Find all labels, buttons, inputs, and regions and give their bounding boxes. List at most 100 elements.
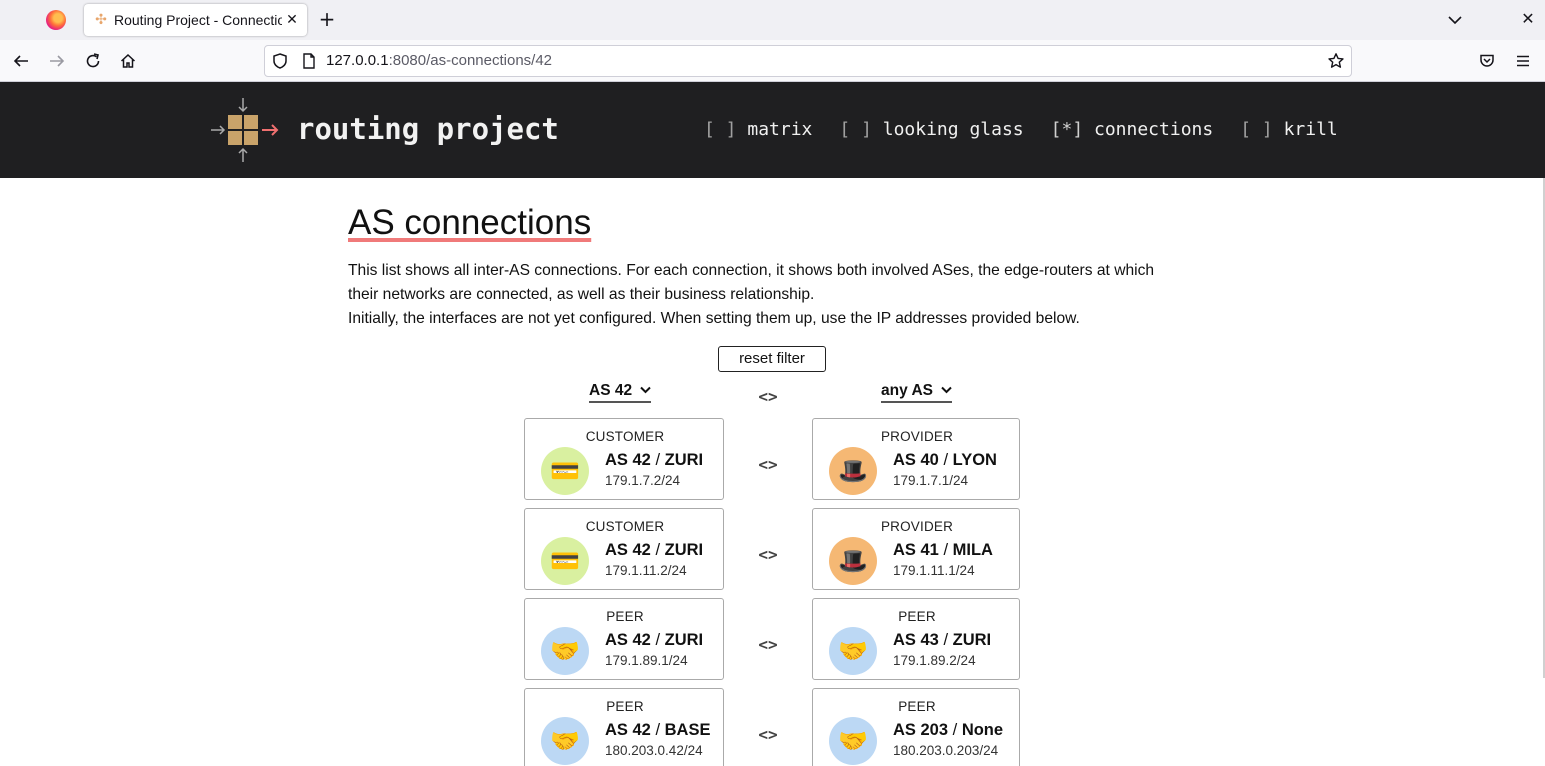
menu-item-krill[interactable]: [ ] krill xyxy=(1240,119,1338,141)
left-as-select[interactable]: AS 42 xyxy=(589,381,652,403)
menu-item-label: krill xyxy=(1283,119,1338,140)
as-router-label: AS 42 / ZURI xyxy=(605,451,704,469)
as-number: AS 42 xyxy=(605,541,651,559)
intro-text: This list shows all inter-AS connections… xyxy=(348,259,1188,331)
connection-separator: <> xyxy=(758,635,778,654)
ip-address: 179.1.7.1/24 xyxy=(893,473,969,488)
browser-tab-active[interactable]: ✣ Routing Project - Connections ✕ xyxy=(84,4,307,36)
router-name: MILA xyxy=(952,541,993,559)
menu-bracket: [ ] xyxy=(704,119,737,140)
connection-card-left: PEER 🤝 AS 42 / BASE 180.203.0.42/24 xyxy=(524,688,724,766)
url-path: :8080/as-connections/42 xyxy=(388,52,553,69)
left-as-select-value: AS 42 xyxy=(589,382,633,399)
relationship-role: PEER xyxy=(606,699,644,714)
menu-bracket: [ ] xyxy=(1240,119,1273,140)
connection-card-left: CUSTOMER 💳 AS 42 / ZURI 179.1.7.2/24 xyxy=(524,418,724,500)
url-bar[interactable]: 127.0.0.1:8080/as-connections/42 xyxy=(264,45,1352,77)
router-name: LYON xyxy=(952,451,997,469)
filter-separator: <> xyxy=(758,387,778,406)
hamburger-menu-icon[interactable] xyxy=(1512,50,1534,72)
router-name: ZURI xyxy=(664,541,704,559)
as-number: AS 41 xyxy=(893,541,939,559)
ip-address: 180.203.0.42/24 xyxy=(605,743,703,758)
ip-address: 179.1.89.1/24 xyxy=(605,653,688,668)
as-router-label: AS 43 / ZURI xyxy=(893,631,992,649)
router-name: ZURI xyxy=(664,631,704,649)
relationship-role: CUSTOMER xyxy=(585,519,665,534)
connection-separator: <> xyxy=(758,545,778,564)
ip-address: 179.1.89.2/24 xyxy=(893,653,976,668)
as-number: AS 203 xyxy=(893,721,949,739)
top-hat-icon: 🎩 xyxy=(829,537,877,585)
router-name: ZURI xyxy=(952,631,992,649)
menu-item-matrix[interactable]: [ ] matrix xyxy=(704,119,812,141)
connection-card-right: PROVIDER 🎩 AS 41 / MILA 179.1.11.1/24 xyxy=(812,508,1020,590)
forward-arrow-icon[interactable] xyxy=(46,50,68,72)
browser-navigation-bar: 127.0.0.1:8080/as-connections/42 xyxy=(0,40,1545,82)
page-info-icon[interactable] xyxy=(301,52,317,74)
relationship-role: CUSTOMER xyxy=(585,429,665,444)
url-text: 127.0.0.1:8080/as-connections/42 xyxy=(326,52,552,70)
menu-item-looking-glass[interactable]: [ ] looking glass xyxy=(839,119,1023,141)
connection-separator: <> xyxy=(758,725,778,744)
relationship-role: PEER xyxy=(898,609,936,624)
reload-icon[interactable] xyxy=(82,50,104,72)
as-router-label: AS 42 / BASE xyxy=(605,721,711,739)
home-icon[interactable] xyxy=(117,50,139,72)
menu-item-connections[interactable]: [*] connections xyxy=(1051,119,1214,141)
as-router-label: AS 42 / ZURI xyxy=(605,631,704,649)
chevron-down-icon xyxy=(941,381,952,401)
as-router-label: AS 203 / None xyxy=(893,721,1004,739)
router-name: None xyxy=(961,721,1004,739)
menu-item-label: looking glass xyxy=(882,119,1024,140)
chevron-down-icon xyxy=(640,381,651,401)
right-as-select[interactable]: any AS xyxy=(881,381,952,403)
router-name: ZURI xyxy=(664,451,704,469)
router-name: BASE xyxy=(664,721,711,739)
bookmark-star-icon[interactable] xyxy=(1327,52,1345,74)
main-menu: [ ] matrix [ ] looking glass [*] connect… xyxy=(704,119,1365,141)
as-number: AS 42 xyxy=(605,721,651,739)
credit-card-icon: 💳 xyxy=(541,537,589,585)
pocket-icon[interactable] xyxy=(1476,50,1498,72)
tab-close-icon[interactable]: ✕ xyxy=(283,10,301,30)
tab-list-chevron-icon[interactable] xyxy=(1445,10,1465,30)
as-router-label: AS 42 / ZURI xyxy=(605,541,704,559)
tab-title: Routing Project - Connections xyxy=(114,12,282,28)
menu-bracket: [ ] xyxy=(839,119,872,140)
browser-tab-bar: ✣ Routing Project - Connections ✕ + ✕ xyxy=(0,0,1545,40)
relationship-role: PEER xyxy=(606,609,644,624)
routing-project-logo-icon[interactable] xyxy=(210,97,282,163)
relationship-role: PEER xyxy=(898,699,936,714)
reset-filter-button[interactable]: reset filter xyxy=(718,346,826,372)
back-arrow-icon[interactable] xyxy=(10,50,32,72)
tab-favicon-icon: ✣ xyxy=(95,12,107,28)
ip-address: 179.1.11.1/24 xyxy=(893,563,975,578)
as-number: AS 40 xyxy=(893,451,939,469)
new-tab-button[interactable]: + xyxy=(316,8,338,30)
site-header: routing project [ ] matrix [ ] looking g… xyxy=(0,82,1545,178)
handshake-icon: 🤝 xyxy=(829,627,877,675)
menu-item-label: matrix xyxy=(747,119,813,140)
as-number: AS 43 xyxy=(893,631,939,649)
top-hat-icon: 🎩 xyxy=(829,447,877,495)
shield-icon[interactable] xyxy=(271,52,289,74)
firefox-menu-icon[interactable] xyxy=(46,10,66,30)
site-title[interactable]: routing project xyxy=(297,111,559,147)
ip-address: 179.1.7.2/24 xyxy=(605,473,681,488)
handshake-icon: 🤝 xyxy=(541,627,589,675)
connection-card-right: PROVIDER 🎩 AS 40 / LYON 179.1.7.1/24 xyxy=(812,418,1020,500)
handshake-icon: 🤝 xyxy=(829,717,877,765)
as-number: AS 42 xyxy=(605,631,651,649)
intro-paragraph: This list shows all inter-AS connections… xyxy=(348,262,1155,303)
connection-card-right: PEER 🤝 AS 43 / ZURI 179.1.89.2/24 xyxy=(812,598,1020,680)
menu-bracket: [*] xyxy=(1050,119,1084,140)
page-title: AS connections xyxy=(348,203,592,242)
connection-separator: <> xyxy=(758,455,778,474)
window-close-button[interactable]: ✕ xyxy=(1518,9,1538,29)
credit-card-icon: 💳 xyxy=(541,447,589,495)
as-number: AS 42 xyxy=(605,451,651,469)
connection-card-left: PEER 🤝 AS 42 / ZURI 179.1.89.1/24 xyxy=(524,598,724,680)
menu-item-label: connections xyxy=(1094,119,1214,140)
as-router-label: AS 41 / MILA xyxy=(893,541,993,559)
